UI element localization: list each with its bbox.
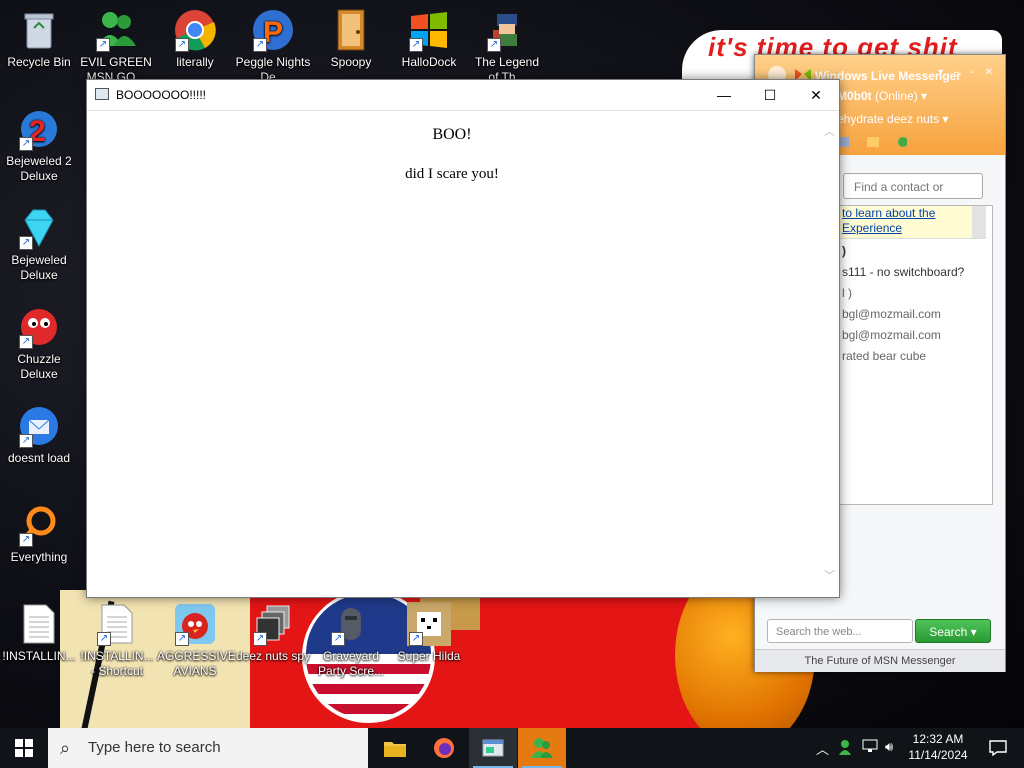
boo-window-content: BOO! did I scare you! ︿ ﹀: [87, 111, 839, 597]
chuzzle-icon: ↗: [17, 305, 61, 349]
desktop-icon-hallodock[interactable]: ↗ HalloDock: [391, 8, 467, 70]
folder-icon: [384, 742, 406, 757]
app-window-icon: [95, 88, 109, 100]
desktop-icon-legend[interactable]: ↗ The Legend of Th...: [469, 8, 545, 85]
diamond-icon: ↗: [17, 206, 61, 250]
contact-item[interactable]: rated bear cube: [842, 349, 926, 363]
vertical-scrollbar[interactable]: ︿ ﹀: [821, 111, 839, 597]
desktop-icon-everything[interactable]: ↗ Everything: [1, 503, 77, 565]
banner-link-line2[interactable]: Experience: [836, 221, 986, 236]
contact-item[interactable]: bgl@mozmail.com: [842, 307, 941, 321]
desktop-icon-chuzzle[interactable]: ↗ Chuzzle Deluxe: [1, 305, 77, 382]
pixel-character-icon: ↗: [485, 8, 529, 52]
peggle-icon: P ↗: [251, 8, 295, 52]
desktop-icon-installing[interactable]: !INSTALLIN...: [1, 602, 77, 664]
msn-banner[interactable]: to learn about the Experience: [836, 206, 986, 239]
taskbar: ⌕ Type here to search ︿ 🔊︎ 12:32 AM 11/1…: [0, 728, 1024, 768]
msn-tray-icon[interactable]: [838, 739, 854, 758]
magnifier-icon: ↗: [17, 503, 61, 547]
taskbar-search-placeholder: Type here to search: [88, 739, 221, 756]
close-button[interactable]: ✕: [793, 80, 839, 110]
desktop-icon-bejeweled[interactable]: ↗ Bejeweled Deluxe: [1, 206, 77, 283]
notification-center-button[interactable]: [978, 728, 1018, 768]
web-search-input[interactable]: Search the web...: [767, 619, 913, 643]
find-contact-input[interactable]: Find a contact or numbe: [843, 173, 983, 220]
desktop-icon-recycle-bin[interactable]: Recycle Bin: [1, 8, 77, 70]
text-file-icon: [17, 602, 61, 646]
desktop-icon-installing-shortcut[interactable]: ↗ !INSTALLIN... - Shortcut: [79, 602, 155, 679]
taskbar-search-box[interactable]: ⌕ Type here to search: [48, 728, 368, 768]
notification-icon: [989, 740, 1007, 756]
volume-icon[interactable]: 🔊︎: [885, 739, 893, 755]
pixel-dog-icon: ↗: [407, 602, 451, 646]
banner-link-line1[interactable]: to learn about the: [836, 206, 986, 221]
boo-message: did I scare you!: [405, 166, 499, 182]
recycle-bin-icon: [17, 8, 61, 52]
scroll-down-icon[interactable]: ﹀: [824, 567, 835, 583]
msn-toolbar-icons[interactable]: [837, 135, 907, 149]
taskbar-boo-window[interactable]: [469, 728, 517, 768]
graveyard-icon: ↗: [329, 602, 373, 646]
app-window-icon: [482, 739, 504, 757]
network-icon[interactable]: [862, 739, 878, 756]
msn-personal-message[interactable]: ehydrate deez nuts ▾: [837, 112, 948, 126]
boo-window-titlebar[interactable]: BOOOOOOO!!!!! — ☐ ✕: [87, 80, 839, 111]
start-button[interactable]: [0, 728, 48, 768]
thunderbird-icon: ↗: [17, 404, 61, 448]
desktop-icon-deez-nuts-spy[interactable]: ↗ deez nuts spy: [235, 602, 311, 664]
boo-heading: BOO!: [432, 126, 472, 143]
desktop-icon-doesnt-load[interactable]: ↗ doesnt load: [1, 404, 77, 466]
taskbar-file-explorer[interactable]: [371, 728, 419, 768]
firefox-icon: [434, 738, 454, 758]
msn-footer[interactable]: The Future of MSN Messenger: [755, 649, 1005, 672]
windows-start-icon: [15, 739, 33, 757]
scroll-up-icon[interactable]: ︿: [824, 123, 835, 139]
msn-username[interactable]: M0b0t (Online) ▾: [837, 89, 927, 103]
show-hidden-icons-chevron-icon[interactable]: ︿: [816, 739, 829, 758]
desktop-icon-super-hilda[interactable]: ↗ Super Hilda: [391, 602, 467, 664]
bejeweled2-icon: 2 ↗: [17, 107, 61, 151]
boo-window-title: BOOOOOOO!!!!!: [116, 88, 207, 102]
msn-buddy-icon: [531, 738, 553, 758]
taskbar-firefox[interactable]: [420, 728, 468, 768]
contact-group[interactable]: l ): [842, 286, 852, 300]
boo-window[interactable]: BOOOOOOO!!!!! — ☐ ✕ BOO! did I scare you…: [86, 79, 840, 598]
web-search-button[interactable]: Search ▾: [915, 619, 991, 643]
door-icon: [329, 8, 373, 52]
system-clock[interactable]: 12:32 AM 11/14/2024: [906, 731, 970, 763]
maximize-button[interactable]: ☐: [747, 80, 793, 110]
desktop-icon-graveyard-party[interactable]: ↗ Graveyard Party Scre...: [313, 602, 389, 679]
desktop-icon-spoopy[interactable]: Spoopy: [313, 8, 389, 70]
windows-stack-icon: ↗: [251, 602, 295, 646]
msn-window-controls[interactable]: ▾ ‒ ▫ ✕: [938, 67, 997, 78]
banner-scrollbar[interactable]: [972, 206, 986, 238]
contact-list[interactable]: to learn about the Experience ) s111 - n…: [835, 205, 993, 505]
clock-time: 12:32 AM: [912, 732, 964, 746]
desktop-icon-bejeweled-2[interactable]: 2 ↗ Bejeweled 2 Deluxe: [1, 107, 77, 184]
search-icon: ⌕: [60, 738, 71, 758]
text-file-icon: ↗: [95, 602, 139, 646]
desktop-icon-peggle-nights[interactable]: P ↗ Peggle Nights De...: [235, 8, 311, 85]
msn-buddy-icon: ↗: [94, 8, 138, 52]
minimize-button[interactable]: —: [701, 80, 747, 110]
desktop-icon-literally[interactable]: ↗ literally: [157, 8, 233, 70]
taskbar-msn-messenger[interactable]: [518, 728, 566, 768]
windows-logo-icon: ↗: [407, 8, 451, 52]
contact-item[interactable]: s111 - no switchboard?: [842, 265, 964, 279]
chrome-icon: ↗: [173, 8, 217, 52]
desktop-icon-evil-green-msn[interactable]: ↗ EVIL GREEN MSN GO...: [78, 8, 154, 85]
clock-date: 11/14/2024: [908, 748, 968, 762]
contact-group[interactable]: ): [842, 244, 846, 258]
contact-item[interactable]: bgl@mozmail.com: [842, 328, 941, 342]
angry-bird-icon: ↗: [173, 602, 217, 646]
desktop-icon-aggressive-avians[interactable]: ↗ AGGRESSIVE AVIANS: [157, 602, 236, 679]
